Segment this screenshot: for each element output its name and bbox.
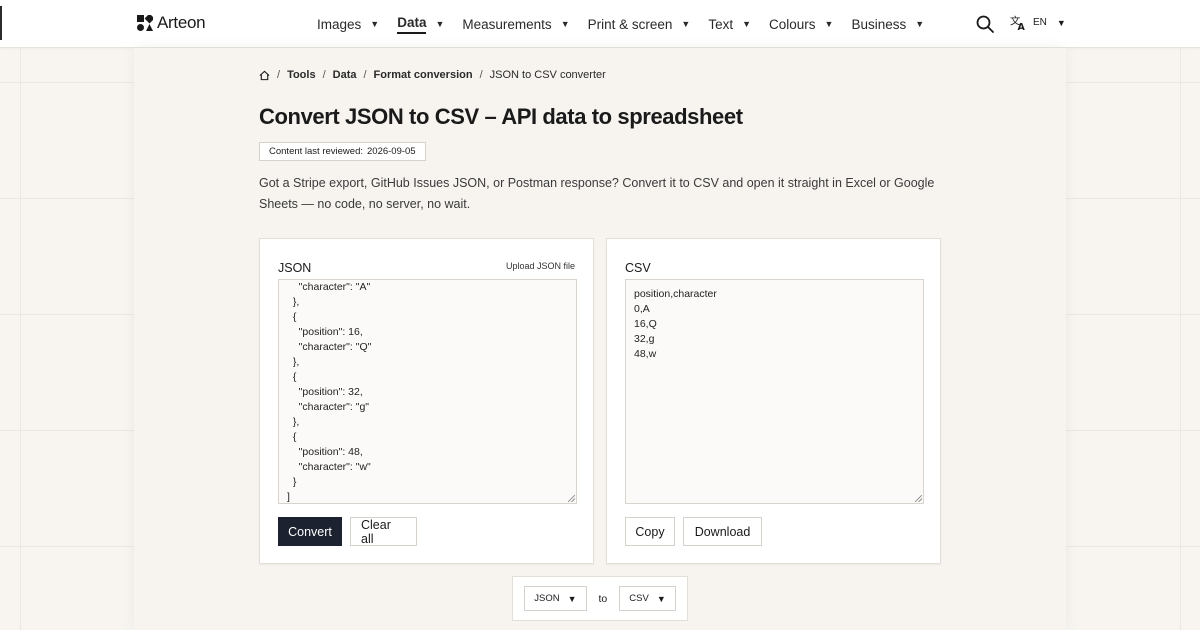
chevron-down-icon: ▼: [435, 19, 445, 29]
main-nav: Images ▼ Data ▼ Measurements ▼ Print & s…: [317, 0, 942, 48]
nav-item-images[interactable]: Images ▼: [317, 0, 379, 48]
json-panel: JSON Upload JSON file "character": "A" }…: [259, 238, 594, 564]
nav-label: Measurements: [462, 16, 552, 32]
csv-output[interactable]: position,character 0,A 16,Q 32,g 48,w: [625, 279, 924, 504]
breadcrumb-current: JSON to CSV converter: [489, 69, 606, 81]
csv-panel: CSV position,character 0,A 16,Q 32,g 48,…: [606, 238, 941, 564]
json-input[interactable]: "character": "A" }, { "position": 16, "c…: [278, 279, 577, 504]
logo-text: Arteon: [157, 13, 206, 32]
breadcrumb: / Tools / Data / Format conversion / JSO…: [259, 69, 606, 81]
window-edge: [0, 6, 2, 40]
resize-handle[interactable]: [915, 495, 922, 502]
csv-label: CSV: [625, 261, 651, 275]
to-format-select[interactable]: CSV ▼: [619, 586, 676, 611]
arteon-logo-icon: [137, 15, 153, 31]
nav-item-business[interactable]: Business ▼: [851, 0, 924, 48]
translate-icon: 文 A: [1010, 14, 1026, 31]
search-icon: [976, 15, 994, 33]
home-icon[interactable]: [259, 70, 270, 81]
site-logo[interactable]: Arteon: [137, 13, 206, 33]
nav-label: Print & screen: [587, 16, 673, 32]
breadcrumb-item-data[interactable]: Data: [333, 69, 357, 81]
main-content: / Tools / Data / Format conversion / JSO…: [134, 48, 1066, 630]
breadcrumb-separator: /: [277, 69, 281, 81]
chevron-down-icon: ▼: [681, 19, 691, 29]
nav-item-data[interactable]: Data ▼: [397, 0, 444, 48]
resize-handle[interactable]: [568, 495, 575, 502]
chevron-down-icon: ▼: [742, 19, 752, 29]
reviewed-badge: Content last reviewed: 2026-09-05: [259, 142, 426, 161]
format-switcher: JSON ▼ to CSV ▼: [512, 576, 688, 621]
reviewed-label: Content last reviewed:: [269, 146, 363, 157]
chevron-down-icon: ▼: [560, 19, 570, 29]
breadcrumb-separator: /: [479, 69, 483, 81]
breadcrumb-item-tools[interactable]: Tools: [287, 69, 316, 81]
nav-item-measurements[interactable]: Measurements ▼: [462, 0, 569, 48]
chevron-down-icon: ▼: [567, 593, 577, 604]
upload-json-link[interactable]: Upload JSON file: [506, 261, 575, 271]
chevron-down-icon: ▼: [370, 19, 380, 29]
language-selector[interactable]: 文 A EN ▼: [1010, 14, 1066, 31]
nav-label: Colours: [769, 16, 816, 32]
nav-item-text[interactable]: Text ▼: [708, 0, 751, 48]
to-label: to: [598, 592, 608, 605]
csv-output-content: position,character 0,A 16,Q 32,g 48,w: [634, 288, 717, 360]
nav-label: Data: [397, 15, 427, 34]
page-title: Convert JSON to CSV – API data to spread…: [259, 104, 743, 129]
json-input-content: "character": "A" }, { "position": 16, "c…: [287, 281, 372, 503]
svg-text:A: A: [1018, 22, 1026, 31]
nav-label: Business: [851, 16, 907, 32]
clear-all-button[interactable]: Clear all: [350, 517, 417, 546]
search-button[interactable]: [975, 14, 995, 34]
from-format-value: JSON: [534, 593, 560, 604]
convert-button[interactable]: Convert: [278, 517, 342, 546]
nav-item-colours[interactable]: Colours ▼: [769, 0, 833, 48]
breadcrumb-item-format-conversion[interactable]: Format conversion: [374, 69, 473, 81]
chevron-down-icon: ▼: [915, 19, 925, 29]
breadcrumb-separator: /: [363, 69, 367, 81]
copy-button[interactable]: Copy: [625, 517, 675, 546]
language-code: EN: [1033, 17, 1047, 28]
json-label: JSON: [278, 261, 312, 275]
chevron-down-icon: ▼: [824, 19, 834, 29]
breadcrumb-separator: /: [322, 69, 326, 81]
nav-label: Images: [317, 16, 362, 32]
chevron-down-icon: ▼: [1056, 17, 1066, 28]
reviewed-date: 2026-09-05: [367, 146, 416, 157]
nav-label: Text: [708, 16, 734, 32]
chevron-down-icon: ▼: [656, 593, 666, 604]
from-format-select[interactable]: JSON ▼: [524, 586, 587, 611]
to-format-value: CSV: [629, 593, 649, 604]
nav-item-print-screen[interactable]: Print & screen ▼: [588, 0, 691, 48]
intro-text: Got a Stripe export, GitHub Issues JSON,…: [259, 176, 935, 211]
download-button[interactable]: Download: [683, 517, 762, 546]
site-header: Arteon Images ▼ Data ▼ Measurements ▼ Pr…: [0, 0, 1200, 48]
